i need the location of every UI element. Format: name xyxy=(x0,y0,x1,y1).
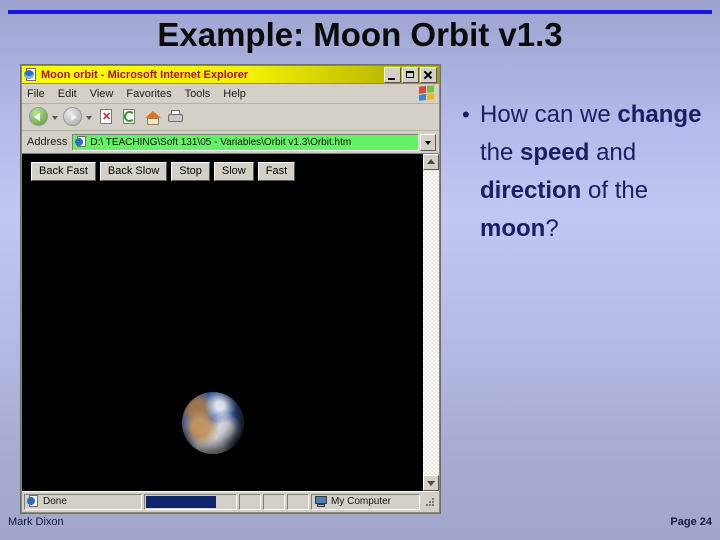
menu-item-view[interactable]: View xyxy=(90,88,114,100)
status-badge: Done xyxy=(24,493,142,510)
menu-item-help[interactable]: Help xyxy=(223,88,246,100)
home-icon[interactable] xyxy=(142,106,164,128)
bullet-emphasis-moon: moon xyxy=(480,215,546,242)
menu-item-tools[interactable]: Tools xyxy=(185,88,211,100)
scroll-up-button[interactable] xyxy=(423,154,439,170)
bullet-text-segment: of the xyxy=(581,177,649,204)
security-zone-panel: My Computer xyxy=(311,493,420,510)
fast-button[interactable]: Fast xyxy=(257,162,296,181)
bullet-list: • How can we change the speed and direct… xyxy=(462,96,712,248)
minimize-button[interactable] xyxy=(384,66,401,83)
status-text: Done xyxy=(43,496,67,507)
web-page-content: Back Fast Back Slow Stop Slow Fast xyxy=(22,154,422,491)
ie-page-icon xyxy=(24,67,38,82)
scrollbar-track[interactable] xyxy=(423,170,439,475)
bullet-text-segment: How can we xyxy=(480,101,618,128)
earth-image xyxy=(182,392,244,454)
title-accent-rule xyxy=(8,10,712,14)
vertical-scrollbar[interactable] xyxy=(422,154,439,491)
stop-button[interactable]: Stop xyxy=(171,162,210,181)
back-dropdown-icon[interactable] xyxy=(51,106,60,128)
address-input[interactable]: D:\ TEACHING\Soft 131\05 - Variables\Orb… xyxy=(72,133,419,151)
bullet-marker: • xyxy=(462,102,470,127)
address-value: D:\ TEACHING\Soft 131\05 - Variables\Orb… xyxy=(90,136,352,148)
security-zone-text: My Computer xyxy=(331,496,392,507)
bullet-emphasis-speed: speed xyxy=(520,139,590,166)
page-number: Page 24 xyxy=(670,516,712,528)
ie-page-icon xyxy=(27,495,40,508)
status-panel xyxy=(287,493,309,510)
menu-item-file[interactable]: File xyxy=(27,88,45,100)
author-footer: Mark Dixon xyxy=(8,516,64,528)
windows-flag-icon xyxy=(419,85,434,101)
menu-item-favorites[interactable]: Favorites xyxy=(126,88,171,100)
status-bar: Done My Computer xyxy=(22,491,439,511)
browser-viewport: Back Fast Back Slow Stop Slow Fast xyxy=(22,154,439,491)
stop-icon[interactable]: ✕ xyxy=(96,106,118,128)
progress-bar xyxy=(144,493,237,510)
list-item: • How can we change the speed and direct… xyxy=(462,96,712,248)
bullet-text-segment: and xyxy=(589,139,637,166)
page-icon xyxy=(75,136,87,148)
maximize-button[interactable] xyxy=(402,66,419,83)
bullet-item-text: How can we change the speed and directio… xyxy=(480,96,712,248)
bullet-text-segment: ? xyxy=(545,215,559,242)
status-panel xyxy=(263,493,285,510)
resize-grip-icon[interactable] xyxy=(423,495,437,509)
close-button[interactable] xyxy=(420,66,437,83)
orbit-controls: Back Fast Back Slow Stop Slow Fast xyxy=(31,162,296,181)
page-title: Example: Moon Orbit v1.3 xyxy=(157,16,563,53)
my-computer-icon xyxy=(314,495,328,508)
print-icon[interactable] xyxy=(165,106,187,128)
back-slow-button[interactable]: Back Slow xyxy=(99,162,168,181)
refresh-icon[interactable] xyxy=(119,106,141,128)
forward-dropdown-icon[interactable] xyxy=(85,106,94,128)
bullet-text-segment: the xyxy=(480,139,521,166)
menu-bar: File Edit View Favorites Tools Help xyxy=(22,84,439,104)
browser-window-title: Moon orbit - Microsoft Internet Explorer xyxy=(41,68,249,81)
bullet-emphasis-direction: direction xyxy=(480,177,582,204)
address-label: Address xyxy=(27,136,68,148)
status-panel xyxy=(239,493,261,510)
browser-window: Moon orbit - Microsoft Internet Explorer… xyxy=(21,65,440,513)
chevron-down-icon[interactable] xyxy=(420,133,436,151)
forward-icon[interactable] xyxy=(62,106,84,128)
back-icon[interactable] xyxy=(28,106,50,128)
slow-button[interactable]: Slow xyxy=(213,162,254,181)
address-bar: Address D:\ TEACHING\Soft 131\05 - Varia… xyxy=(22,131,439,154)
browser-toolbar: ✕ xyxy=(22,104,439,131)
menu-item-edit[interactable]: Edit xyxy=(58,88,77,100)
back-fast-button[interactable]: Back Fast xyxy=(31,162,96,181)
window-controls xyxy=(384,66,437,83)
bullet-emphasis-change: change xyxy=(617,101,702,128)
browser-title-bar[interactable]: Moon orbit - Microsoft Internet Explorer xyxy=(22,66,439,84)
scroll-down-button[interactable] xyxy=(423,475,439,491)
